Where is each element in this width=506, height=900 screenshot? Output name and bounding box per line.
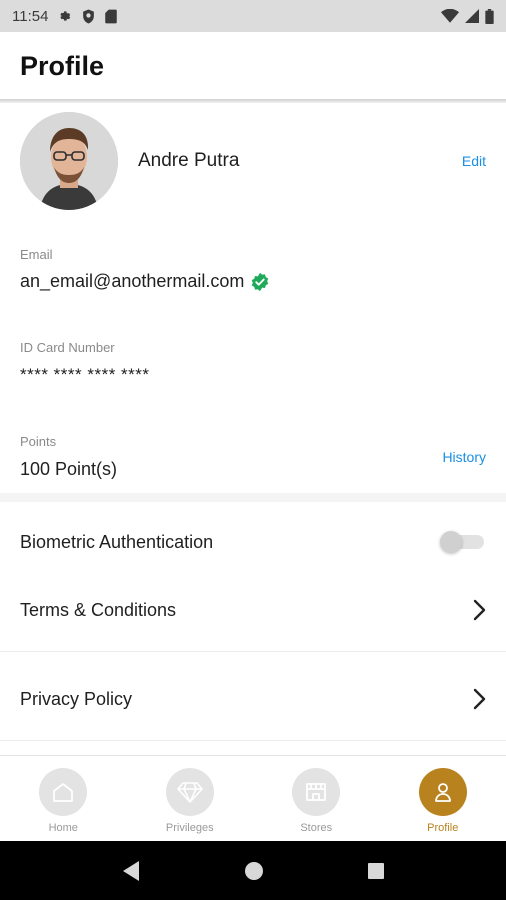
points-label: Points <box>20 434 57 449</box>
signal-icon <box>465 9 479 23</box>
nav-privileges-label: Privileges <box>165 822 214 834</box>
page-title: Profile <box>20 50 105 81</box>
battery-icon <box>485 8 494 24</box>
recents-icon[interactable] <box>367 862 385 880</box>
wifi-icon <box>441 9 459 23</box>
email-label: Email <box>20 247 53 262</box>
gear-icon <box>60 11 71 21</box>
biometric-label: Biometric Authentication <box>20 531 214 552</box>
app-header: Profile <box>0 32 506 100</box>
id-card-label: ID Card Number <box>20 340 115 355</box>
nav-profile-label: Profile <box>427 822 459 834</box>
nav-home-label: Home <box>48 822 78 834</box>
points-value: 100 Point(s) <box>20 459 118 479</box>
divider <box>0 740 506 741</box>
diamond-icon <box>165 768 214 816</box>
edit-profile-link[interactable]: Edit <box>462 153 486 169</box>
user-name: Andre Putra <box>138 150 240 171</box>
sd-card-icon <box>105 9 118 23</box>
store-icon <box>292 768 341 816</box>
email-field: an_email@anothermail.com <box>20 271 270 292</box>
divider <box>0 651 506 652</box>
biometric-row: Biometric Authentication <box>0 518 506 566</box>
nav-stores[interactable]: Stores <box>253 756 380 841</box>
nav-stores-label: Stores <box>300 822 333 834</box>
bottom-navigation: Home Privileges Stores Profile <box>0 755 506 841</box>
toggle-thumb <box>440 531 462 553</box>
nav-profile[interactable]: Profile <box>380 756 506 841</box>
section-divider <box>0 493 506 502</box>
biometric-toggle[interactable] <box>440 531 486 553</box>
status-bar: 11:54 <box>0 0 506 32</box>
terms-conditions-label: Terms & Conditions <box>20 599 177 620</box>
points-history-link[interactable]: History <box>442 449 486 465</box>
home-circle-icon[interactable] <box>244 861 264 881</box>
home-icon <box>39 768 88 816</box>
person-icon <box>418 768 467 816</box>
terms-conditions-row[interactable]: Terms & Conditions <box>0 586 506 634</box>
status-time: 11:54 <box>12 7 49 25</box>
privacy-policy-row[interactable]: Privacy Policy <box>0 675 506 723</box>
email-value: an_email@anothermail.com <box>20 271 245 291</box>
nav-privileges[interactable]: Privileges <box>127 756 254 841</box>
id-card-value: **** **** **** **** <box>20 365 150 384</box>
avatar <box>20 112 118 210</box>
chevron-right-icon <box>473 599 486 621</box>
profile-screen: 11:54 Profile Andre Putra Edit Email an_… <box>0 0 506 900</box>
profile-row: Andre Putra Edit <box>20 112 486 210</box>
system-navigation-bar <box>0 841 506 900</box>
privacy-policy-label: Privacy Policy <box>20 688 133 709</box>
header-shadow <box>0 99 506 103</box>
verified-badge-icon <box>252 272 269 291</box>
chevron-right-icon <box>473 688 486 710</box>
shield-icon <box>83 9 95 23</box>
avatar-photo <box>20 112 118 210</box>
nav-home[interactable]: Home <box>0 756 127 841</box>
back-icon[interactable] <box>121 860 141 882</box>
